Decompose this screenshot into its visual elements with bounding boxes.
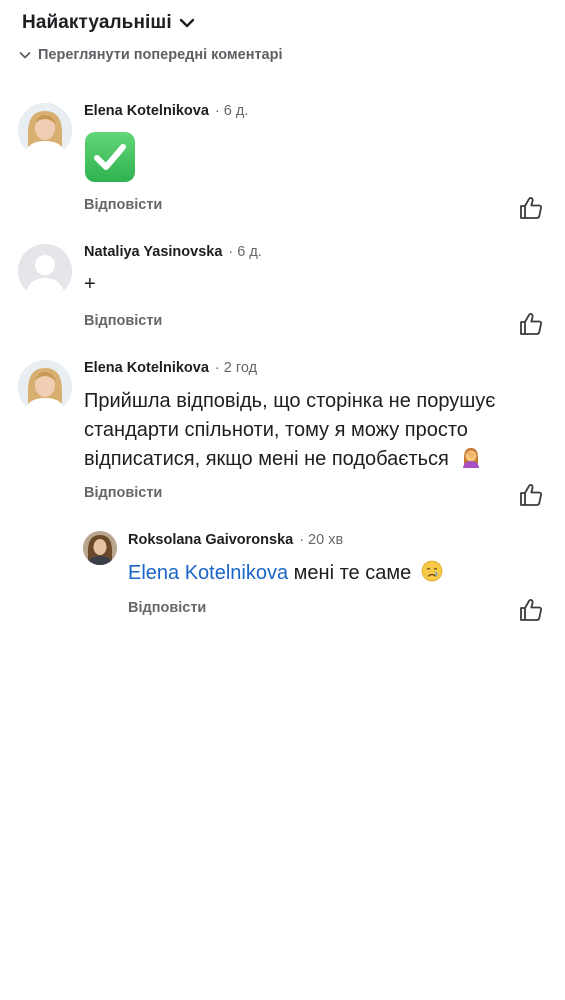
- avatar-photo: [18, 103, 72, 157]
- default-avatar-icon: [18, 244, 72, 298]
- reply-text: Elena Kotelnikova мені те саме: [128, 559, 443, 588]
- avatar[interactable]: [18, 103, 72, 157]
- comment-author[interactable]: Elena Kotelnikova: [84, 360, 209, 376]
- reply-time[interactable]: · 20 хв: [299, 532, 343, 548]
- crying-face-icon: [421, 560, 443, 582]
- check-mark-emoji: [85, 132, 135, 182]
- woman-facepalming-icon: [463, 448, 480, 468]
- view-previous-comments-link[interactable]: Переглянути попередні коментарі: [18, 47, 283, 63]
- comment-time[interactable]: · 6 д.: [228, 244, 261, 260]
- like-icon[interactable]: [518, 195, 544, 221]
- comment-text-line: стандарти спільноти, тому я можу просто: [84, 419, 468, 441]
- check-mark-icon: [94, 144, 126, 170]
- comment-text-line: Прийшла відповідь, що сторінка не порушу…: [84, 390, 496, 412]
- comment-text: Прийшла відповідь, що сторінка не порушу…: [84, 387, 554, 474]
- reply-button[interactable]: Відповісти: [84, 485, 162, 501]
- reply-author[interactable]: Roksolana Gaivoronska: [128, 532, 293, 548]
- reply-button[interactable]: Відповісти: [84, 197, 162, 213]
- comment-text-line: відписатися, якщо мені не подобається: [84, 448, 449, 470]
- reply-button[interactable]: Відповісти: [128, 600, 206, 616]
- avatar-photo: [18, 360, 72, 414]
- like-icon[interactable]: [518, 311, 544, 337]
- avatar-photo: [83, 531, 117, 565]
- view-previous-comments-label: Переглянути попередні коментарі: [38, 47, 283, 63]
- comment-time[interactable]: · 6 д.: [215, 103, 248, 119]
- reply-button[interactable]: Відповісти: [84, 313, 162, 329]
- chevron-down-icon: [179, 18, 194, 28]
- avatar[interactable]: [18, 244, 72, 298]
- like-icon[interactable]: [518, 482, 544, 508]
- chevron-down-icon: [19, 52, 31, 59]
- sort-dropdown[interactable]: Найактуальніші: [22, 12, 196, 34]
- avatar[interactable]: [83, 531, 117, 565]
- comment-author[interactable]: Nataliya Yasinovska: [84, 244, 222, 260]
- sort-label: Найактуальніші: [22, 12, 172, 33]
- comment-author[interactable]: Elena Kotelnikova: [84, 103, 209, 119]
- reply-text-content: мені те саме: [288, 562, 412, 584]
- comment-time[interactable]: · 2 год: [215, 360, 257, 376]
- like-icon[interactable]: [518, 597, 544, 623]
- comment-text: +: [84, 273, 96, 295]
- mention-link[interactable]: Elena Kotelnikova: [128, 562, 288, 584]
- avatar[interactable]: [18, 360, 72, 414]
